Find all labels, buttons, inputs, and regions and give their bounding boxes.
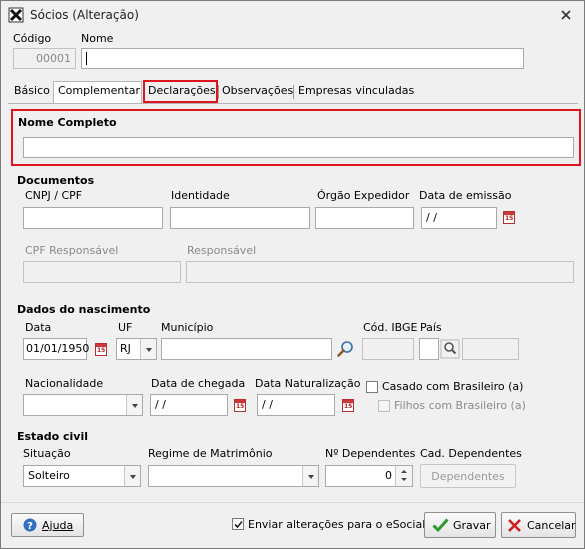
- uf-value: RJ: [120, 342, 131, 355]
- chevron-down-icon[interactable]: [124, 466, 140, 486]
- check-icon: [432, 518, 449, 533]
- calendar-icon[interactable]: 15: [95, 343, 107, 356]
- calendar-icon[interactable]: 15: [503, 211, 515, 224]
- dependentes-stepper[interactable]: 0: [325, 465, 413, 487]
- nascimento-title: Dados do nascimento: [17, 303, 151, 316]
- dependentes-button-label: Dependentes: [431, 470, 505, 483]
- data-naturalizacao-field[interactable]: / /: [257, 394, 335, 416]
- chevron-down-icon[interactable]: [302, 466, 318, 486]
- app-icon: [8, 7, 24, 23]
- codigo-label: Código: [13, 32, 52, 45]
- window-title: Sócios (Alteração): [30, 8, 139, 22]
- search-icon[interactable]: [440, 339, 460, 359]
- codigo-value: 00001: [36, 52, 71, 65]
- cpf-responsavel-field: [23, 261, 181, 283]
- chevron-up-icon[interactable]: [401, 470, 407, 473]
- data-emissao-label: Data de emissão: [419, 189, 512, 202]
- pais-code-field[interactable]: [419, 338, 439, 360]
- data-nasc-value: 01/01/1950: [26, 342, 90, 355]
- situacao-select[interactable]: Solteiro: [23, 465, 141, 487]
- cpf-responsavel-label: CPF Responsável: [25, 244, 119, 257]
- orgao-field[interactable]: [315, 207, 414, 229]
- regime-select[interactable]: [148, 465, 319, 487]
- close-icon[interactable]: [558, 7, 574, 23]
- uf-select[interactable]: RJ: [116, 338, 157, 360]
- title-bar: Sócios (Alteração): [1, 1, 584, 28]
- data-naturalizacao-value: / /: [262, 398, 273, 411]
- search-icon[interactable]: [336, 339, 356, 359]
- svg-text:?: ?: [27, 521, 33, 532]
- nome-completo-label: Nome Completo: [18, 116, 117, 129]
- ibge-label: Cód. IBGE: [363, 321, 418, 334]
- pais-name-field: [462, 338, 519, 360]
- responsavel-label: Responsável: [187, 244, 257, 257]
- gravar-label: Gravar: [453, 519, 491, 532]
- text-cursor: [86, 52, 87, 65]
- data-nasc-label: Data: [25, 321, 52, 334]
- casado-checkbox[interactable]: [366, 381, 378, 393]
- filhos-label: Filhos com Brasileiro (a): [394, 399, 526, 412]
- cancel-icon: [508, 519, 521, 532]
- nome-field[interactable]: [81, 48, 524, 69]
- nome-label: Nome: [81, 32, 114, 45]
- situacao-value: Solteiro: [28, 469, 70, 482]
- data-nasc-field[interactable]: 01/01/1950: [23, 338, 90, 360]
- documentos-title: Documentos: [17, 174, 95, 187]
- identidade-field[interactable]: [170, 207, 310, 229]
- checkmark-icon: [234, 520, 243, 529]
- codigo-field: 00001: [13, 48, 76, 69]
- responsavel-field: [186, 261, 574, 283]
- data-naturalizacao-label: Data Naturalização: [255, 377, 361, 390]
- ajuda-label: Ajuda: [42, 519, 74, 532]
- pais-label: País: [420, 321, 442, 334]
- cancelar-button[interactable]: Cancelar: [501, 512, 576, 538]
- calendar-icon[interactable]: 15: [234, 399, 246, 412]
- chevron-down-icon[interactable]: [126, 395, 142, 415]
- cnpj-label: CNPJ / CPF: [25, 189, 83, 202]
- data-chegada-value: / /: [155, 398, 166, 411]
- estado-civil-title: Estado civil: [17, 430, 89, 443]
- data-emissao-field[interactable]: / /: [421, 207, 497, 229]
- nacionalidade-select[interactable]: [23, 394, 143, 416]
- chevron-down-icon[interactable]: [401, 478, 407, 481]
- casado-label: Casado com Brasileiro (a): [382, 380, 524, 393]
- filhos-checkbox: [378, 400, 390, 412]
- nome-completo-field[interactable]: [23, 137, 574, 158]
- ibge-field: [362, 338, 414, 360]
- tab-empresas-vinculadas[interactable]: Empresas vinculadas: [298, 84, 414, 102]
- data-chegada-label: Data de chegada: [151, 377, 246, 390]
- chevron-down-icon[interactable]: [140, 339, 156, 359]
- orgao-label: Órgão Expedidor: [317, 189, 410, 202]
- enviar-esocial-label: Enviar alterações para o eSocial: [248, 518, 426, 531]
- tab-separator: [218, 85, 219, 99]
- tab-highlight: [143, 80, 218, 103]
- calendar-icon[interactable]: 15: [342, 399, 354, 412]
- help-icon: ?: [23, 518, 37, 532]
- tab-complementar[interactable]: Complementar: [58, 84, 140, 102]
- dependentes-label: Nº Dependentes: [325, 447, 416, 460]
- municipio-field[interactable]: [161, 338, 332, 360]
- data-chegada-field[interactable]: / /: [150, 394, 228, 416]
- regime-label: Regime de Matrimônio: [148, 447, 273, 460]
- footer-divider: [1, 502, 584, 503]
- municipio-label: Município: [161, 321, 214, 334]
- situacao-label: Situação: [23, 447, 71, 460]
- dialog-window: Sócios (Alteração) Código 00001 Nome Bás…: [0, 0, 585, 549]
- cancelar-label: Cancelar: [527, 519, 576, 532]
- uf-label: UF: [118, 321, 133, 334]
- dependentes-value: 0: [385, 469, 392, 482]
- tab-observacoes[interactable]: Observações: [222, 84, 293, 102]
- tab-basico[interactable]: Básico: [14, 84, 50, 102]
- enviar-esocial-checkbox[interactable]: [232, 518, 244, 530]
- tab-separator: [293, 85, 294, 99]
- nacionalidade-label: Nacionalidade: [25, 377, 104, 390]
- ajuda-button[interactable]: ? Ajuda: [11, 513, 84, 537]
- cad-dependentes-label: Cad. Dependentes: [420, 447, 522, 460]
- cnpj-field[interactable]: [23, 207, 163, 229]
- dependentes-button: Dependentes: [420, 464, 516, 488]
- identidade-label: Identidade: [171, 189, 230, 202]
- stepper-buttons[interactable]: [395, 466, 412, 486]
- gravar-button[interactable]: Gravar: [424, 512, 496, 538]
- data-emissao-value: / /: [426, 211, 437, 224]
